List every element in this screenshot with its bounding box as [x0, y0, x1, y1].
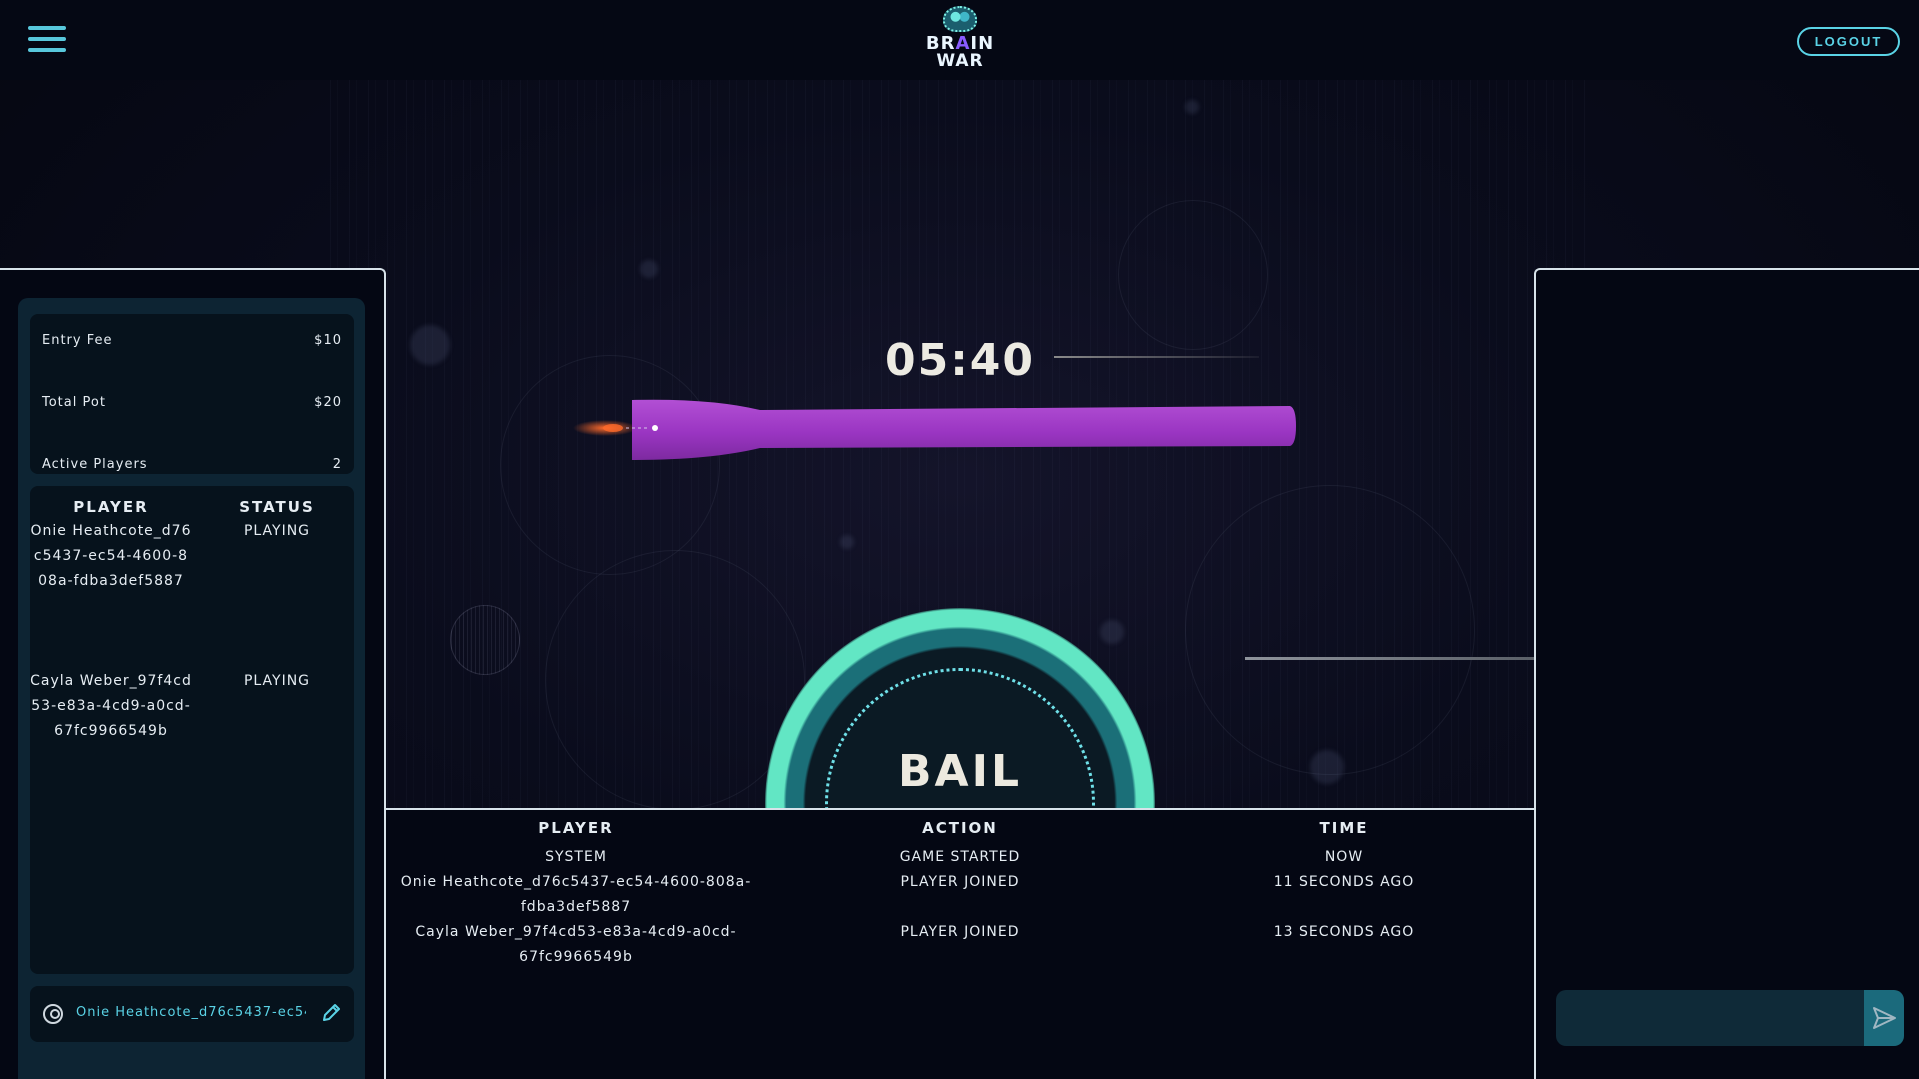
activity-row-time: 11 SECONDS AGO	[1273, 874, 1415, 890]
activity-row-player: Onie Heathcote_d76c5437-ec54-4600-808a-f…	[400, 874, 752, 915]
timer-trail-line	[1054, 356, 1259, 358]
left-sidebar: Entry Fee $10 Total Pot $20 Active Playe…	[0, 268, 386, 1079]
background-bubble	[1118, 200, 1268, 350]
rocket-icon	[573, 399, 1296, 460]
background-glow	[640, 260, 658, 278]
activity-row-action: PLAYER JOINED	[900, 924, 1020, 940]
chat-panel	[1534, 268, 1919, 1079]
stat-value: 2	[332, 457, 342, 472]
stat-active-players: Active Players 2	[42, 457, 342, 477]
stat-label: Active Players	[42, 457, 148, 472]
game-stats: Entry Fee $10 Total Pot $20 Active Playe…	[30, 314, 354, 474]
activity-log-table: PLAYER ACTION TIME SYSTEM GAME STARTED N…	[386, 808, 1534, 1079]
players-header-status: STATUS	[239, 498, 315, 516]
activity-row-player: SYSTEM	[545, 849, 607, 865]
players-header-player: PLAYER	[73, 498, 149, 516]
activity-row-player: Cayla Weber_97f4cd53-e83a-4cd9-a0cd-67fc…	[415, 924, 737, 965]
hamburger-menu-icon[interactable]	[28, 26, 66, 56]
player-row-name: Cayla Weber_97f4cd53-e83a-4cd9-a0cd-67fc…	[30, 673, 192, 739]
stat-total-pot: Total Pot $20	[42, 395, 342, 415]
send-button[interactable]	[1864, 990, 1904, 1046]
activity-row-action: GAME STARTED	[899, 849, 1021, 865]
edit-pencil-icon[interactable]	[320, 1002, 342, 1024]
player-row-status: PLAYING	[243, 673, 311, 689]
stat-value: $20	[314, 395, 342, 410]
activity-row-time: NOW	[1324, 849, 1364, 865]
logout-button[interactable]: LOGOUT	[1797, 27, 1900, 56]
player-row-status: PLAYING	[243, 523, 311, 539]
sidebar-card: Entry Fee $10 Total Pot $20 Active Playe…	[18, 298, 365, 1079]
current-user-name: Onie Heathcote_d76c5437-ec54-4600-808a-f…	[76, 1005, 306, 1020]
background-glow	[840, 535, 854, 549]
player-row-name: Onie Heathcote_d76c5437-ec54-4600-808a-f…	[30, 523, 192, 589]
top-bar: BRAIN WAR LOGOUT	[0, 0, 1919, 80]
send-icon	[1873, 1007, 1896, 1029]
activity-row-time: 13 SECONDS AGO	[1273, 924, 1415, 940]
stat-value: $10	[314, 333, 342, 348]
stat-entry-fee: Entry Fee $10	[42, 333, 342, 353]
activity-header-time: TIME	[1319, 819, 1369, 837]
chat-input[interactable]	[1556, 990, 1864, 1046]
current-user-box: Onie Heathcote_d76c5437-ec54-4600-808a-f…	[30, 986, 354, 1042]
players-table: PLAYER STATUS Onie Heathcote_d76c5437-ec…	[30, 486, 354, 974]
background-glow	[1310, 750, 1344, 784]
stat-label: Entry Fee	[42, 333, 113, 348]
activity-row-action: PLAYER JOINED	[900, 874, 1020, 890]
background-glow	[1185, 100, 1199, 114]
multiplier-line	[1245, 657, 1534, 660]
logo-subtitle: WAR	[936, 51, 984, 71]
activity-header-player: PLAYER	[538, 819, 614, 837]
user-avatar-icon	[43, 1004, 63, 1024]
background-bubble	[450, 605, 520, 675]
stat-label: Total Pot	[42, 395, 106, 410]
background-bubble	[1185, 485, 1475, 775]
brain-icon	[943, 6, 977, 32]
bail-button[interactable]: BAIL	[765, 608, 1155, 808]
brain-war-logo: BRAIN WAR	[925, 6, 995, 70]
activity-header-action: ACTION	[922, 819, 998, 837]
game-timer: 05:40	[884, 335, 1036, 386]
background-bubble	[500, 355, 720, 575]
bail-label: BAIL	[898, 746, 1022, 797]
background-glow	[410, 325, 450, 365]
